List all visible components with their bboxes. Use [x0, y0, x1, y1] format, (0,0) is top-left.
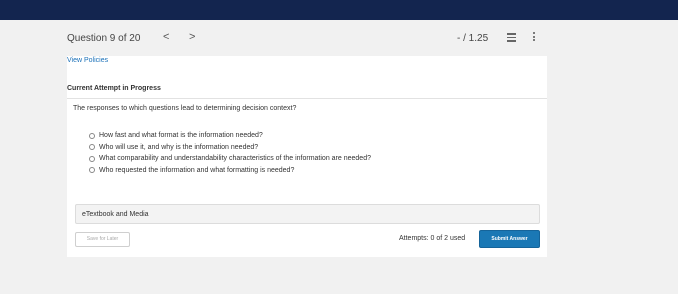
attempts-counter: Attempts: 0 of 2 used	[399, 235, 466, 242]
save-for-later-button[interactable]: Save for Later	[75, 232, 130, 247]
question-text: The responses to which questions lead to…	[73, 105, 297, 112]
answer-option-label: Who requested the information and what f…	[99, 166, 295, 174]
score-display: - / 1.25	[457, 33, 489, 44]
radio-button[interactable]	[89, 167, 95, 174]
kebab-menu-icon[interactable]	[532, 32, 536, 43]
answer-options: How fast and what format is the informat…	[89, 130, 371, 176]
question-card: View Policies Current Attempt in Progres…	[67, 56, 547, 257]
question-list-icon[interactable]	[507, 33, 516, 42]
answer-option[interactable]: Who will use it, and why is the informat…	[89, 142, 371, 154]
chevron-right-icon[interactable]: >	[189, 31, 195, 43]
answer-option-label: Who will use it, and why is the informat…	[99, 143, 259, 151]
divider	[67, 98, 547, 99]
attempt-status: Current Attempt in Progress	[67, 85, 161, 92]
view-policies-link[interactable]: View Policies	[67, 57, 108, 64]
radio-button[interactable]	[89, 144, 95, 151]
radio-button[interactable]	[89, 132, 95, 139]
etextbook-media-panel[interactable]: eTextbook and Media	[75, 204, 540, 224]
radio-button[interactable]	[89, 155, 95, 162]
answer-option[interactable]: Who requested the information and what f…	[89, 165, 371, 177]
top-bar	[0, 0, 678, 20]
answer-option[interactable]: How fast and what format is the informat…	[89, 130, 371, 142]
chevron-left-icon[interactable]: <	[163, 31, 169, 43]
answer-option-label: What comparability and understandability…	[99, 155, 371, 163]
question-counter: Question 9 of 20	[67, 33, 141, 44]
submit-answer-button[interactable]: Submit Answer	[479, 230, 540, 248]
answer-option[interactable]: What comparability and understandability…	[89, 153, 371, 165]
answer-option-label: How fast and what format is the informat…	[99, 132, 263, 140]
question-nav-bar: Question 9 of 20 < > - / 1.25	[0, 20, 678, 56]
